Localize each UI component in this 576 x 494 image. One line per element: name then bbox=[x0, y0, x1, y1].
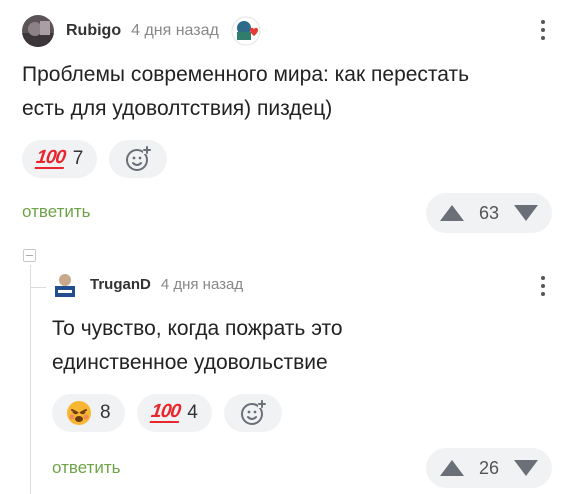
more-options-button[interactable] bbox=[540, 20, 546, 40]
hundred-points-icon: 100 bbox=[149, 400, 182, 423]
downvote-icon[interactable] bbox=[514, 460, 538, 476]
tired-face-icon bbox=[67, 401, 91, 425]
add-reaction-icon bbox=[240, 400, 266, 425]
comment-text-line: единственное удовольствие bbox=[52, 351, 328, 374]
comment-text-line: есть для удоволтствия) пиздец) bbox=[22, 97, 333, 120]
add-reaction-icon bbox=[126, 146, 152, 171]
timestamp: 4 дня назад bbox=[131, 22, 219, 39]
upvote-icon[interactable] bbox=[440, 205, 464, 221]
reply-link[interactable]: ответить bbox=[52, 458, 121, 478]
reactions-bar: 100 7 bbox=[22, 140, 168, 178]
rating-value: 26 bbox=[478, 457, 500, 478]
more-vertical-icon bbox=[541, 20, 545, 24]
hundred-points-icon: 100 bbox=[34, 146, 67, 169]
username[interactable]: TruganD bbox=[90, 276, 151, 293]
reaction-chip-tired-face[interactable]: 8 bbox=[52, 394, 125, 432]
add-reaction-button[interactable] bbox=[109, 140, 168, 178]
upvote-icon[interactable] bbox=[440, 460, 464, 476]
reaction-chip-100[interactable]: 100 7 bbox=[22, 140, 98, 178]
more-vertical-icon bbox=[541, 276, 545, 280]
rating-value: 63 bbox=[478, 202, 500, 223]
add-reaction-button[interactable] bbox=[223, 394, 282, 432]
reaction-count: 7 bbox=[72, 148, 84, 169]
reaction-chip-100[interactable]: 100 4 bbox=[136, 394, 212, 432]
reactions-bar: 8 100 4 bbox=[52, 394, 282, 432]
comment-text-line: То чувство, когда пожрать это bbox=[52, 317, 343, 340]
reaction-count: 4 bbox=[187, 402, 198, 423]
comment-text: То чувство, когда пожрать это единственн… bbox=[52, 312, 552, 380]
vote-control: 26 bbox=[426, 448, 552, 488]
vote-control: 63 bbox=[426, 193, 552, 233]
comment-text: Проблемы современного мира: как перестат… bbox=[22, 58, 552, 126]
timestamp: 4 дня назад bbox=[160, 275, 244, 293]
comment-header: TruganD 4 дня назад bbox=[52, 268, 243, 300]
downvote-icon[interactable] bbox=[514, 205, 538, 221]
award-badge-icon bbox=[231, 16, 261, 46]
reaction-count: 8 bbox=[100, 402, 111, 423]
comment-header: Rubigo 4 дня назад bbox=[22, 14, 261, 48]
comment-text-line: Проблемы современного мира: как перестат… bbox=[22, 63, 470, 86]
avatar[interactable] bbox=[22, 15, 54, 47]
more-options-button[interactable] bbox=[540, 276, 546, 296]
username[interactable]: Rubigo bbox=[66, 22, 121, 40]
reply-link[interactable]: ответить bbox=[22, 202, 91, 222]
comment-reply: TruganD 4 дня назад То чувство, когда по… bbox=[0, 240, 576, 494]
comment: Rubigo 4 дня назад Проблемы современного… bbox=[0, 0, 576, 240]
avatar[interactable] bbox=[52, 271, 78, 297]
